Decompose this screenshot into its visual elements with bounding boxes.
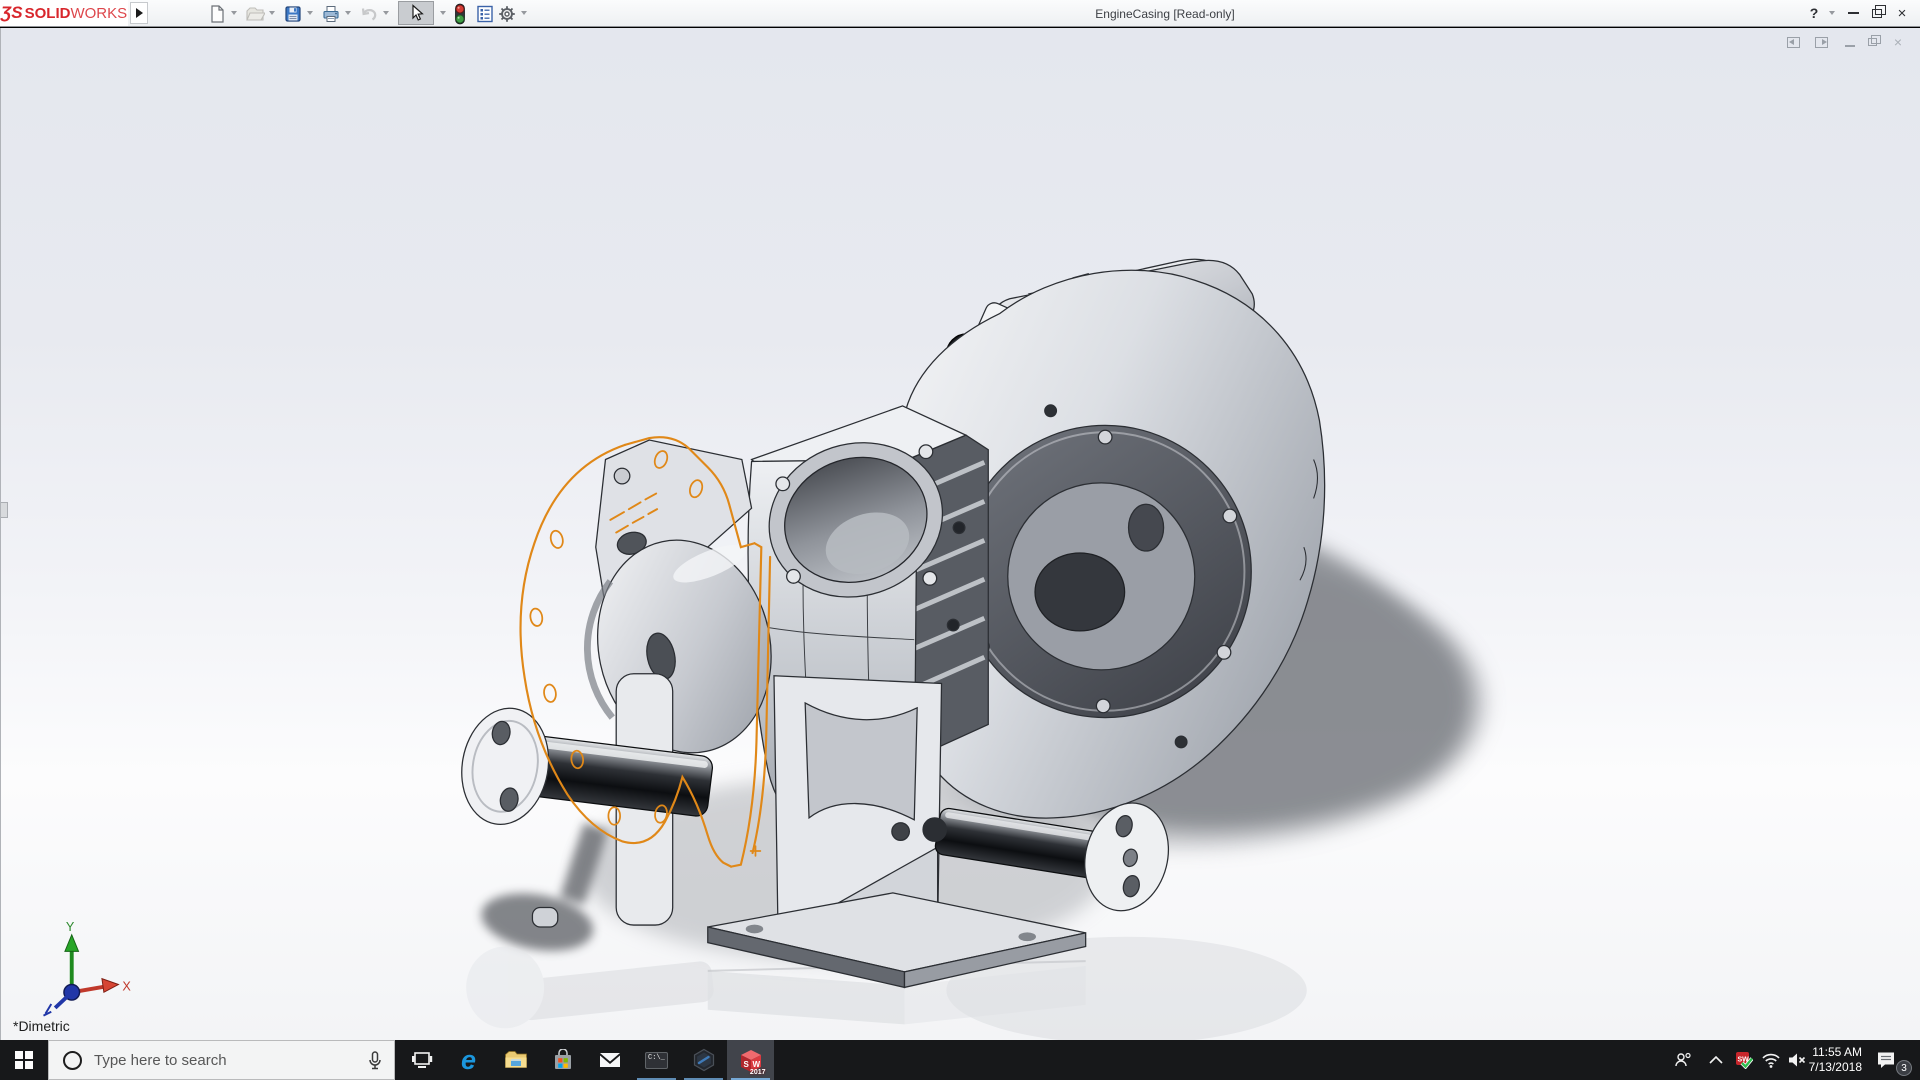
orientation-triad-icon: Y X (43, 920, 131, 1017)
view-orientation-label: *Dimetric (13, 1018, 70, 1034)
doc-restore-icon (1867, 35, 1881, 46)
doc-minimize-icon (1845, 45, 1855, 47)
pane-toggle-right-button[interactable] (1815, 34, 1828, 50)
clock-time: 11:55 AM (1812, 1045, 1862, 1059)
graphics-viewport[interactable]: Y X × *Dimetric (0, 28, 1920, 1040)
solidworks-status-button[interactable]: SW (1730, 1040, 1758, 1080)
undo-arrow-icon (361, 7, 377, 20)
select-tool-button[interactable] (398, 1, 434, 25)
left-axle-flange (461, 707, 550, 825)
people-icon (1675, 1052, 1691, 1067)
print-button[interactable] (320, 3, 342, 24)
print-icon (323, 5, 339, 22)
edge-button[interactable]: e (445, 1040, 492, 1080)
open-button[interactable] (244, 3, 266, 24)
people-button[interactable] (1668, 1040, 1698, 1080)
chevron-up-icon (1709, 1056, 1723, 1064)
store-icon (554, 1049, 571, 1069)
new-button[interactable] (206, 3, 228, 24)
svg-text:S: S (743, 1060, 749, 1069)
notification-badge: 3 (1896, 1060, 1912, 1076)
save-floppy-icon (285, 5, 301, 22)
doc-minimize-button[interactable] (1843, 34, 1857, 50)
solidworks-logo-text: ƷS SOLIDWORKS (0, 3, 128, 22)
wifi-icon (1762, 1053, 1780, 1068)
flyout-arrow-icon (135, 8, 143, 18)
undo-caret[interactable] (383, 11, 389, 15)
hexagon-app-button[interactable] (680, 1040, 727, 1080)
store-button[interactable] (539, 1040, 586, 1080)
action-center-button[interactable]: 3 (1868, 1040, 1914, 1080)
close-button[interactable]: × (1894, 4, 1910, 22)
solidworks-2017-button[interactable]: S W 2017 (727, 1040, 774, 1080)
svg-text:W: W (752, 1060, 760, 1069)
windows-logo-icon (15, 1051, 33, 1069)
help-caret[interactable] (1829, 11, 1835, 15)
engine-casing-model: Y X (43, 258, 1487, 1040)
feature-panel-collapsed-tab[interactable] (1, 502, 8, 518)
mail-button[interactable] (586, 1040, 633, 1080)
solidworks-2017-icon: S W 2017 (738, 1047, 766, 1076)
minimize-icon (1847, 12, 1859, 14)
help-button[interactable]: ? (1806, 4, 1822, 22)
open-folder-icon (246, 6, 265, 21)
properties-list-icon (477, 5, 493, 22)
triad-x-label: X (122, 979, 131, 993)
command-prompt-button[interactable]: C:\_ (633, 1040, 680, 1080)
undo-button[interactable] (358, 3, 380, 24)
pane-right-icon (1822, 39, 1827, 45)
display-pane-button[interactable] (474, 3, 496, 24)
save-button[interactable] (282, 3, 304, 24)
file-explorer-icon (504, 1051, 527, 1068)
restore-button[interactable] (1869, 4, 1886, 22)
taskbar-clock[interactable]: 11:55 AM 7/13/2018 (1800, 1040, 1864, 1080)
search-placeholder: Type here to search (94, 1051, 227, 1069)
start-button[interactable] (0, 1040, 48, 1080)
new-caret[interactable] (231, 11, 237, 15)
pane-toggle-left-button[interactable] (1787, 34, 1800, 50)
doc-restore-button[interactable] (1865, 34, 1881, 50)
solidworks-logo: ƷS SOLIDWORKS (0, 0, 128, 26)
hidden-icons-button[interactable] (1702, 1040, 1730, 1080)
solidworks-logo-mark: ƷS (0, 3, 23, 22)
windows-taskbar: Type here to search e C:\_ S W 2017 SW 1… (0, 1040, 1920, 1080)
select-cursor-icon (412, 4, 424, 21)
task-view-button[interactable] (398, 1040, 445, 1080)
doc-close-button[interactable]: × (1891, 34, 1905, 50)
edge-icon: e (460, 1044, 477, 1075)
stoplight-toggle-button[interactable] (449, 3, 471, 24)
microphone-icon[interactable] (368, 1051, 382, 1071)
task-view-icon (411, 1052, 432, 1068)
traffic-light-icon (455, 3, 465, 24)
title-bar: ƷS SOLIDWORKS EngineCasing [Read-only] ?… (0, 0, 1920, 27)
open-caret[interactable] (269, 11, 275, 15)
pane-left-icon (1789, 39, 1794, 45)
options-button[interactable] (496, 3, 518, 24)
network-button[interactable] (1758, 1040, 1784, 1080)
clock-date: 7/13/2018 (1808, 1060, 1862, 1074)
document-title: EngineCasing [Read-only] (1095, 7, 1235, 21)
toolbar-flyout-button[interactable] (130, 2, 148, 24)
print-caret[interactable] (345, 11, 351, 15)
mail-icon (599, 1053, 620, 1067)
action-center-icon (1878, 1052, 1894, 1068)
cortana-icon (63, 1050, 82, 1070)
options-caret[interactable] (521, 11, 527, 15)
file-explorer-button[interactable] (492, 1040, 539, 1080)
gear-icon (499, 5, 515, 22)
solidworks-status-icon: SW (1735, 1051, 1754, 1070)
taskbar-search-input[interactable]: Type here to search (48, 1040, 395, 1080)
minimize-button[interactable] (1845, 4, 1861, 22)
restore-icon (1872, 4, 1886, 18)
hexagon-app-icon (693, 1048, 714, 1072)
new-document-icon (211, 4, 224, 23)
select-caret[interactable] (440, 11, 446, 15)
command-prompt-icon: C:\_ (645, 1051, 668, 1069)
axle-shadow (481, 822, 609, 951)
triad-y-label: Y (66, 920, 75, 934)
save-caret[interactable] (307, 11, 313, 15)
